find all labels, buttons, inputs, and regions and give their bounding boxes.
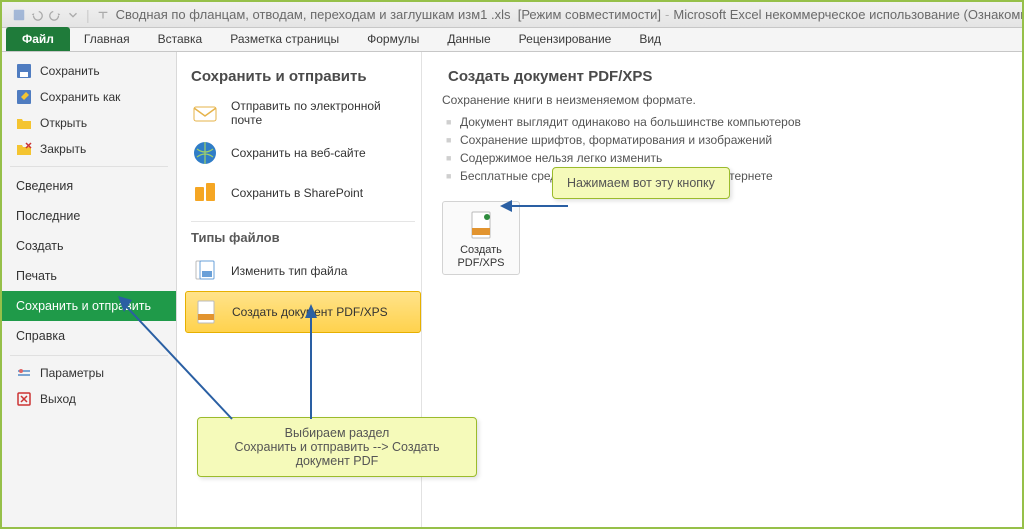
nav-recent-label: Последние bbox=[16, 209, 80, 223]
save-send-heading: Сохранить и отправить bbox=[191, 68, 415, 85]
tab-layout[interactable]: Разметка страницы bbox=[216, 28, 353, 51]
email-icon bbox=[191, 99, 219, 127]
save-icon bbox=[16, 63, 32, 79]
bullet-1: Документ выглядит одинаково на большинст… bbox=[442, 113, 1012, 131]
tab-home[interactable]: Главная bbox=[70, 28, 144, 51]
nav-help[interactable]: Справка bbox=[2, 321, 176, 351]
qat-more-icon[interactable] bbox=[66, 8, 80, 22]
pdf-details-panel: Создать документ PDF/XPS Сохранение книг… bbox=[422, 52, 1022, 527]
callout-choose-l2: Сохранить и отправить --> Создать докуме… bbox=[234, 440, 439, 468]
nav-open-label: Открыть bbox=[40, 116, 87, 130]
send-email-label: Отправить по электронной почте bbox=[231, 99, 415, 127]
nav-save-as-label: Сохранить как bbox=[40, 90, 120, 104]
exit-icon bbox=[16, 391, 32, 407]
nav-new[interactable]: Создать bbox=[2, 231, 176, 261]
options-icon bbox=[16, 365, 32, 381]
save-web-label: Сохранить на веб-сайте bbox=[231, 146, 366, 160]
sharepoint-icon bbox=[191, 179, 219, 207]
open-icon bbox=[16, 115, 32, 131]
change-filetype-label: Изменить тип файла bbox=[231, 264, 347, 278]
save-sharepoint-label: Сохранить в SharePoint bbox=[231, 186, 363, 200]
backstage-leftnav: Сохранить Сохранить как Открыть Закрыть … bbox=[2, 52, 177, 527]
nav-open[interactable]: Открыть bbox=[2, 110, 176, 136]
tab-file[interactable]: Файл bbox=[6, 27, 70, 51]
pdf-button-icon bbox=[447, 208, 515, 242]
filetypes-heading: Типы файлов bbox=[191, 230, 415, 245]
pdf-heading: Создать документ PDF/XPS bbox=[448, 68, 1006, 85]
create-pdf-button[interactable]: СоздатьPDF/XPS bbox=[442, 201, 520, 275]
create-pdf-btn-line2: PDF/XPS bbox=[457, 257, 504, 269]
backstage: Сохранить Сохранить как Открыть Закрыть … bbox=[2, 52, 1022, 527]
tab-formulas[interactable]: Формулы bbox=[353, 28, 433, 51]
nav-info[interactable]: Сведения bbox=[2, 171, 176, 201]
tab-view[interactable]: Вид bbox=[625, 28, 675, 51]
qat-dropdown-icon[interactable] bbox=[96, 8, 110, 22]
change-filetype[interactable]: Изменить тип файла bbox=[185, 251, 421, 291]
send-email[interactable]: Отправить по электронной почте bbox=[185, 93, 421, 133]
title-app: Microsoft Excel некоммерческое использов… bbox=[673, 7, 1022, 22]
save-as-icon bbox=[16, 89, 32, 105]
nav-exit-label: Выход bbox=[40, 392, 76, 406]
redo-icon[interactable] bbox=[48, 8, 62, 22]
tab-insert[interactable]: Вставка bbox=[144, 28, 217, 51]
nav-close[interactable]: Закрыть bbox=[2, 136, 176, 162]
save-icon[interactable] bbox=[12, 8, 26, 22]
nav-options[interactable]: Параметры bbox=[2, 360, 176, 386]
pdf-desc: Сохранение книги в неизменяемом формате. bbox=[442, 93, 1012, 107]
title-filename: Сводная по фланцам, отводам, переходам и… bbox=[116, 7, 511, 22]
save-web[interactable]: Сохранить на веб-сайте bbox=[185, 133, 421, 173]
undo-icon[interactable] bbox=[30, 8, 44, 22]
nav-save-label: Сохранить bbox=[40, 64, 100, 78]
nav-recent[interactable]: Последние bbox=[2, 201, 176, 231]
save-sharepoint[interactable]: Сохранить в SharePoint bbox=[185, 173, 421, 213]
nav-save[interactable]: Сохранить bbox=[2, 58, 176, 84]
quick-access-toolbar: | bbox=[12, 7, 110, 23]
callout-press-button: Нажимаем вот эту кнопку bbox=[552, 167, 730, 199]
callout-choose-l1: Выбираем раздел bbox=[285, 426, 390, 440]
bullet-3: Содержимое нельзя легко изменить bbox=[442, 149, 1012, 167]
nav-new-label: Создать bbox=[16, 239, 64, 253]
callout-press-button-text: Нажимаем вот эту кнопку bbox=[567, 176, 715, 190]
nav-close-label: Закрыть bbox=[40, 142, 86, 156]
nav-help-label: Справка bbox=[16, 329, 65, 343]
nav-exit[interactable]: Выход bbox=[2, 386, 176, 412]
titlebar: X | Сводная по фланцам, отводам, переход… bbox=[2, 2, 1022, 28]
bullet-2: Сохранение шрифтов, форматирования и изо… bbox=[442, 131, 1012, 149]
pdf-icon bbox=[192, 298, 220, 326]
nav-save-as[interactable]: Сохранить как bbox=[2, 84, 176, 110]
close-icon bbox=[16, 141, 32, 157]
create-pdf-btn-line1: Создать bbox=[460, 244, 502, 256]
nav-info-label: Сведения bbox=[16, 179, 73, 193]
change-filetype-icon bbox=[191, 257, 219, 285]
title-mode: [Режим совместимости] bbox=[518, 7, 661, 22]
nav-save-send[interactable]: Сохранить и отправить bbox=[2, 291, 176, 321]
callout-choose-section: Выбираем раздел Сохранить и отправить --… bbox=[197, 417, 477, 477]
ribbon-tabs: Файл Главная Вставка Разметка страницы Ф… bbox=[2, 28, 1022, 52]
create-pdf-xps-label: Создать документ PDF/XPS bbox=[232, 305, 388, 319]
nav-save-send-label: Сохранить и отправить bbox=[16, 299, 151, 313]
tab-review[interactable]: Рецензирование bbox=[505, 28, 626, 51]
nav-print-label: Печать bbox=[16, 269, 57, 283]
create-pdf-xps[interactable]: Создать документ PDF/XPS bbox=[185, 291, 421, 333]
tab-data[interactable]: Данные bbox=[433, 28, 504, 51]
globe-icon bbox=[191, 139, 219, 167]
nav-options-label: Параметры bbox=[40, 366, 104, 380]
nav-print[interactable]: Печать bbox=[2, 261, 176, 291]
